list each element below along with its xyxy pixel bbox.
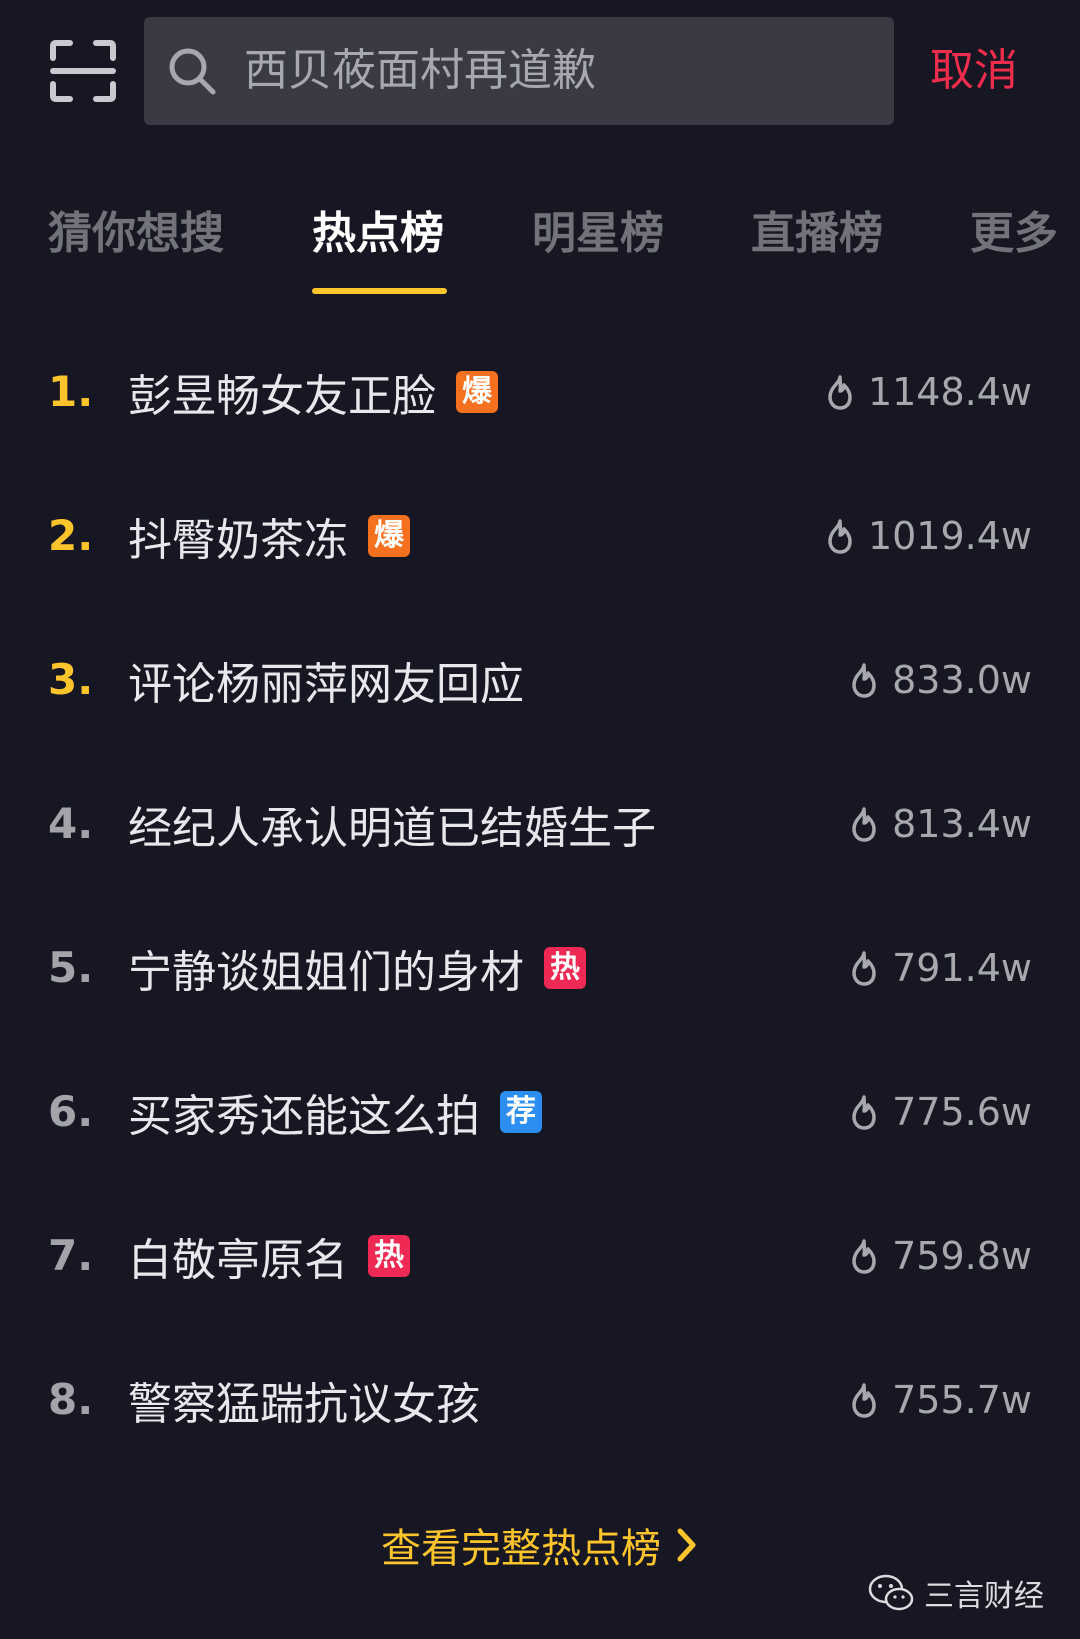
wechat-icon (868, 1574, 914, 1611)
tab-star-list[interactable]: 明星榜 (532, 190, 664, 278)
fire-icon (852, 1383, 876, 1418)
tab-more[interactable]: 更多 (970, 190, 1058, 278)
view-full-hot-list-label: 查看完整热点榜 (381, 1526, 661, 1572)
list-item[interactable]: 3. 评论杨丽萍网友回应 833.0w (0, 608, 1080, 752)
explosive-badge: 爆 (368, 515, 410, 557)
chevron-right-icon (677, 1528, 696, 1562)
fire-icon (828, 519, 852, 554)
heat-value: 759.8w (892, 1234, 1032, 1278)
rank-number: 5. (48, 943, 94, 992)
fire-icon (852, 663, 876, 698)
watermark-text: 三言财经 (924, 1579, 1044, 1614)
watermark: 三言财经 (868, 1565, 1044, 1621)
rank-number: 4. (48, 799, 94, 848)
item-title: 白敬亭原名 (128, 1235, 348, 1286)
rank-number: 3. (48, 655, 94, 704)
item-title: 买家秀还能这么拍 (128, 1091, 480, 1142)
rank-number: 7. (48, 1231, 94, 1280)
item-title: 评论杨丽萍网友回应 (128, 659, 524, 710)
tab-guess-search[interactable]: 猜你想搜 (48, 190, 224, 278)
search-query-text: 西贝莜面村再道歉 (244, 45, 596, 96)
list-item[interactable]: 5. 宁静谈姐姐们的身材 热 791.4w (0, 896, 1080, 1040)
rank-number: 2. (48, 511, 94, 560)
heat-value: 775.6w (892, 1090, 1032, 1134)
top-bar: 西贝莜面村再道歉 取消 (0, 0, 1080, 140)
heat-value: 813.4w (892, 802, 1032, 846)
fire-icon (852, 807, 876, 842)
fire-icon (828, 375, 852, 410)
item-title: 警察猛踹抗议女孩 (128, 1379, 480, 1430)
rank-number: 6. (48, 1087, 94, 1136)
rank-number: 8. (48, 1375, 94, 1424)
item-title: 经纪人承认明道已结婚生子 (128, 803, 656, 854)
ranking-tabs: 猜你想搜 热点榜 明星榜 直播榜 更多 (0, 190, 1080, 300)
list-item[interactable]: 2. 抖臀奶茶冻 爆 1019.4w (0, 464, 1080, 608)
heat-value: 755.7w (892, 1378, 1032, 1422)
heat-value: 791.4w (892, 946, 1032, 990)
hot-badge: 热 (544, 947, 586, 989)
fire-icon (852, 1239, 876, 1274)
item-title: 抖臀奶茶冻 (128, 515, 348, 566)
list-item[interactable]: 4. 经纪人承认明道已结婚生子 813.4w (0, 752, 1080, 896)
active-tab-indicator (312, 288, 447, 294)
heat-value: 1019.4w (867, 514, 1032, 558)
explosive-badge: 爆 (456, 371, 498, 413)
cancel-button[interactable]: 取消 (930, 17, 1018, 125)
search-input[interactable]: 西贝莜面村再道歉 (144, 17, 894, 125)
heat-value: 1148.4w (867, 370, 1032, 414)
heat-value: 833.0w (892, 658, 1032, 702)
fire-icon (852, 951, 876, 986)
list-item[interactable]: 1. 彭昱畅女友正脸 爆 1148.4w (0, 320, 1080, 464)
item-title: 宁静谈姐姐们的身材 (128, 947, 524, 998)
hot-badge: 热 (368, 1235, 410, 1277)
list-item[interactable]: 6. 买家秀还能这么拍 荐 775.6w (0, 1040, 1080, 1184)
search-icon (166, 45, 220, 99)
scan-icon[interactable] (50, 40, 116, 102)
tab-hot-list[interactable]: 热点榜 (312, 190, 444, 278)
list-item[interactable]: 7. 白敬亭原名 热 759.8w (0, 1184, 1080, 1328)
list-item[interactable]: 8. 警察猛踹抗议女孩 755.7w (0, 1328, 1080, 1472)
item-title: 彭昱畅女友正脸 (128, 371, 436, 422)
fire-icon (852, 1095, 876, 1130)
tab-live-list[interactable]: 直播榜 (751, 190, 883, 278)
recommend-badge: 荐 (500, 1091, 542, 1133)
rank-number: 1. (48, 367, 94, 416)
